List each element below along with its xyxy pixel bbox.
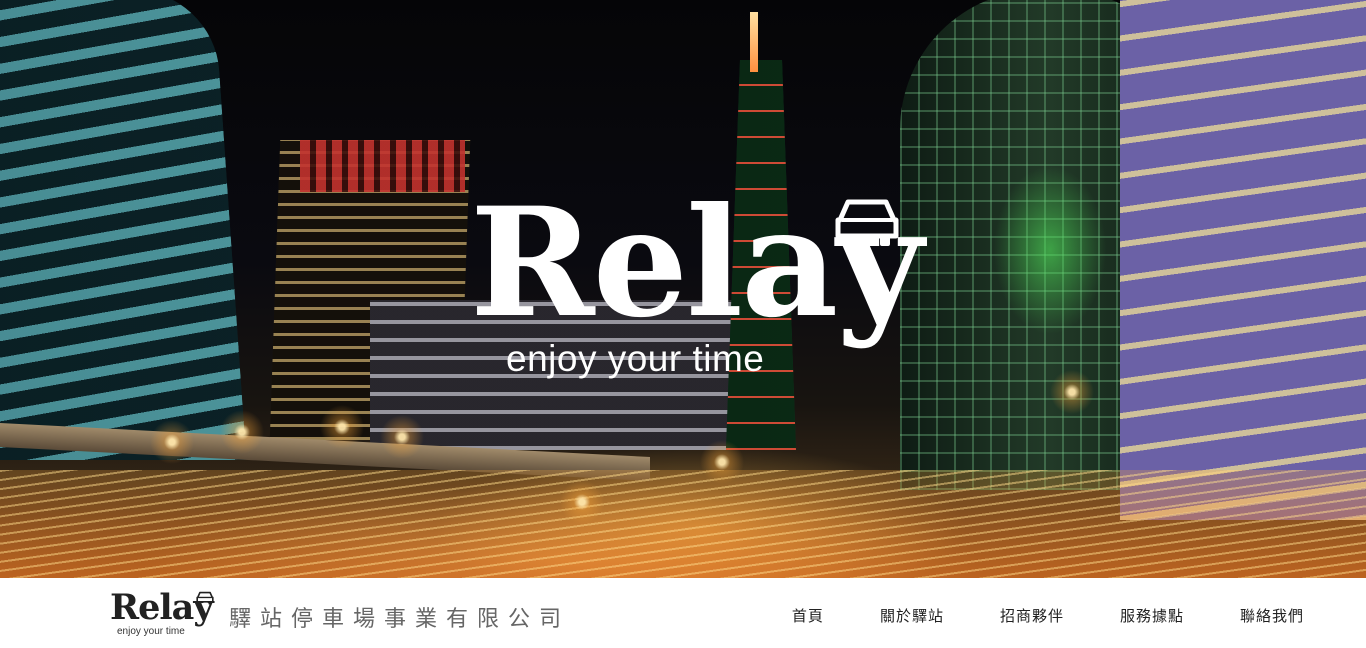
brand-logo[interactable]: Relay enjoy your time (108, 590, 218, 638)
street-light (560, 480, 604, 524)
brand-tagline: enjoy your time (117, 626, 185, 637)
main-nav: 首頁 關於驛站 招商夥伴 服務據點 聯絡我們 (792, 605, 1304, 626)
building-left (0, 0, 247, 460)
nav-item-partners[interactable]: 招商夥伴 (1000, 605, 1064, 626)
nav-item-about[interactable]: 關於驛站 (880, 605, 944, 626)
nav-item-home[interactable]: 首頁 (792, 605, 824, 626)
nav-item-contact[interactable]: 聯絡我們 (1240, 605, 1304, 626)
traffic-light-streaks (0, 470, 1366, 578)
street-light (220, 410, 264, 454)
building-middle-crown (300, 140, 465, 192)
car-icon (835, 199, 899, 246)
street-light (320, 405, 364, 449)
car-icon (196, 591, 214, 605)
building-right (1120, 0, 1366, 520)
hero-tagline: enjoy your time (506, 338, 765, 379)
street-light (700, 440, 744, 484)
street-light (150, 420, 194, 464)
tower-spire (750, 12, 758, 72)
company-name: 驛站停車場事業有限公司 (229, 607, 571, 632)
hero-banner: Relay enjoy your time (0, 0, 1366, 578)
nav-item-locations[interactable]: 服務據點 (1120, 605, 1184, 626)
site-header: Relay enjoy your time 驛站停車場事業有限公司 首頁 關於驛… (0, 578, 1366, 648)
hero-logo: Relay enjoy your time (470, 188, 923, 396)
street-light (380, 415, 424, 459)
street-light (1050, 370, 1094, 414)
